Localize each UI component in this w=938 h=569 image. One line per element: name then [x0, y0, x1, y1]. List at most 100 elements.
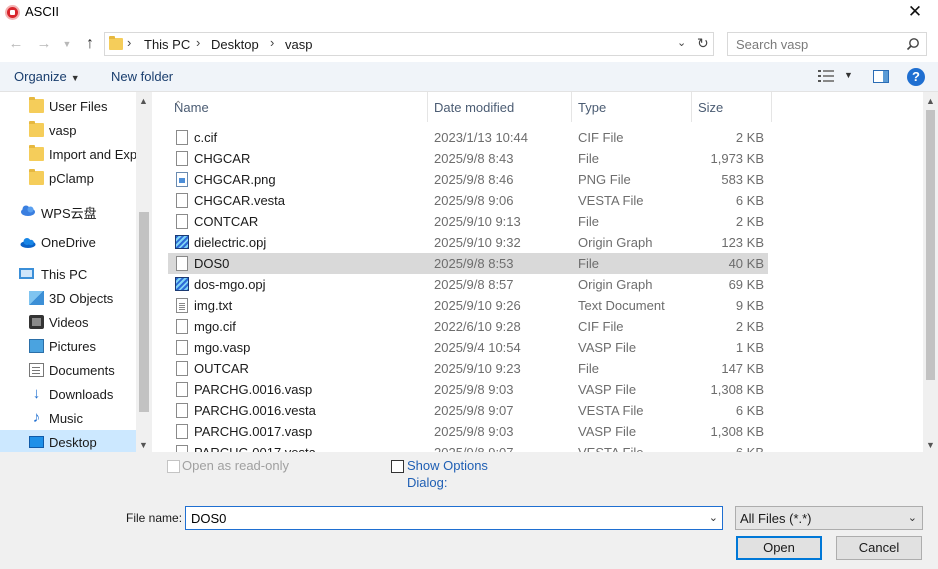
sidebar-item-desktop[interactable]: Desktop	[0, 430, 136, 452]
file-row[interactable]: PARCHG.0017.vesta 2025/9/8 9:07 VESTA File…	[168, 442, 768, 452]
file-row[interactable]: mgo.cif 2022/6/10 9:28 CIF File 2 KB	[168, 316, 768, 337]
address-dropdown-chevron-icon[interactable]: ⌄	[677, 36, 686, 49]
sidebar-item-user-files[interactable]: User Files	[0, 94, 136, 118]
file-row[interactable]: img.txt 2025/9/10 9:26 Text Document 9 KB	[168, 295, 768, 316]
help-icon[interactable]: ?	[907, 68, 925, 86]
file-name-combobox[interactable]: ⌄	[185, 506, 723, 530]
file-date-modified: 2025/9/8 9:06	[434, 193, 514, 208]
scrollbar-thumb[interactable]	[926, 110, 935, 380]
file-row[interactable]: dielectric.opj 2025/9/10 9:32 Origin Graph…	[168, 232, 768, 253]
file-name: mgo.cif	[194, 319, 236, 334]
breadcrumb-separator-icon[interactable]: ›	[127, 35, 131, 50]
sidebar-item-documents[interactable]: Documents	[0, 358, 136, 382]
show-options-label-line2[interactable]: Dialog:	[407, 475, 447, 490]
file-name-dropdown-chevron-icon[interactable]: ⌄	[709, 511, 718, 524]
new-folder-button[interactable]: New folder	[111, 69, 173, 84]
file-size: 2 KB	[735, 130, 764, 145]
column-header-date-modified[interactable]: Date modified	[428, 92, 572, 122]
view-options-caret-icon[interactable]: ▼	[844, 70, 853, 80]
sidebar-item-label: Videos	[49, 315, 89, 330]
sidebar-item-music[interactable]: ♪ Music	[0, 406, 136, 430]
file-name: dos-mgo.opj	[194, 277, 266, 292]
scroll-down-arrow-icon[interactable]: ▼	[926, 440, 935, 450]
navigation-pane-scrollbar[interactable]: ▲ ▼	[136, 92, 152, 452]
sidebar-item-vasp[interactable]: vasp	[0, 118, 136, 142]
sidebar-item-onedrive[interactable]: OneDrive	[0, 230, 136, 254]
origin-graph-icon	[175, 277, 189, 291]
up-arrow-icon[interactable]: ↑	[80, 34, 100, 54]
file-row[interactable]: c.cif 2023/1/13 10:44 CIF File 2 KB	[168, 127, 768, 148]
app-icon	[5, 5, 20, 20]
file-row[interactable]: DOS0 2025/9/8 8:53 File 40 KB	[168, 253, 768, 274]
scrollbar-thumb[interactable]	[139, 212, 149, 412]
sidebar-item-wps-cloud[interactable]: WPS云盘	[0, 198, 136, 222]
sidebar-item-pictures[interactable]: Pictures	[0, 334, 136, 358]
search-icon[interactable]	[906, 37, 920, 51]
breadcrumb-separator-icon[interactable]: ›	[196, 35, 200, 50]
sidebar-item-3d-objects[interactable]: 3D Objects	[0, 286, 136, 310]
file-icon	[176, 193, 188, 208]
sidebar-item-import-and-export[interactable]: Import and Export	[0, 142, 136, 166]
sidebar-item-this-pc[interactable]: This PC	[0, 262, 136, 286]
file-name: img.txt	[194, 298, 233, 313]
file-row[interactable]: PARCHG.0016.vesta 2025/9/8 9:07 VESTA File…	[168, 400, 768, 421]
open-button[interactable]: Open	[736, 536, 822, 560]
read-only-checkbox[interactable]	[167, 460, 180, 473]
file-date-modified: 2025/9/10 9:32	[434, 235, 521, 250]
file-name-input[interactable]	[186, 507, 696, 529]
sidebar-item-downloads[interactable]: ↓ Downloads	[0, 382, 136, 406]
file-type-select[interactable]: All Files (*.*) ⌄	[735, 506, 923, 530]
file-row[interactable]: CHGCAR.png 2025/9/8 8:46 PNG File 583 KB	[168, 169, 768, 190]
file-name: CONTCAR	[194, 214, 259, 229]
address-bar[interactable]: › This PC › Desktop › vasp ⌄ ↻	[104, 32, 714, 56]
file-name: DOS0	[194, 256, 230, 271]
file-type: PNG File	[578, 172, 631, 187]
column-header-type[interactable]: Type	[572, 92, 692, 122]
file-type: File	[578, 214, 599, 229]
cancel-button[interactable]: Cancel	[836, 536, 922, 560]
file-date-modified: 2023/1/13 10:44	[434, 130, 528, 145]
search-input[interactable]	[728, 33, 903, 55]
refresh-icon[interactable]: ↻	[697, 35, 709, 52]
file-row[interactable]: CHGCAR 2025/9/8 8:43 File 1,973 KB	[168, 148, 768, 169]
forward-arrow-icon[interactable]: →	[34, 34, 54, 54]
organize-menu[interactable]: Organize ▼	[14, 69, 80, 84]
show-options-label[interactable]: Show Options	[407, 458, 488, 473]
scroll-down-arrow-icon[interactable]: ▼	[139, 440, 148, 450]
file-name: dielectric.opj	[194, 235, 267, 250]
breadcrumb-separator-icon[interactable]: ›	[270, 35, 274, 50]
back-arrow-icon[interactable]: ←	[6, 34, 26, 54]
search-box[interactable]	[727, 32, 927, 56]
breadcrumb-desktop[interactable]: Desktop	[211, 37, 259, 52]
file-type: Origin Graph	[578, 235, 653, 250]
close-button[interactable]: ✕	[892, 0, 938, 26]
preview-pane-icon[interactable]	[873, 70, 889, 83]
file-date-modified: 2025/9/10 9:23	[434, 361, 521, 376]
file-row[interactable]: dos-mgo.opj 2025/9/8 8:57 Origin Graph 69 K…	[168, 274, 768, 295]
scroll-up-arrow-icon[interactable]: ▲	[139, 96, 148, 106]
show-options-checkbox[interactable]	[391, 460, 404, 473]
file-row[interactable]: PARCHG.0016.vasp 2025/9/8 9:03 VASP File 1,…	[168, 379, 768, 400]
file-row[interactable]: mgo.vasp 2025/9/4 10:54 VASP File 1 KB	[168, 337, 768, 358]
sidebar-item-videos[interactable]: Videos	[0, 310, 136, 334]
breadcrumb-this-pc[interactable]: This PC	[144, 37, 190, 52]
sidebar-item-pclamp[interactable]: pClamp	[0, 166, 136, 190]
file-row[interactable]: OUTCAR 2025/9/10 9:23 File 147 KB	[168, 358, 768, 379]
column-header-size[interactable]: Size	[692, 92, 772, 122]
window-title: ASCII	[25, 4, 59, 19]
file-date-modified: 2025/9/8 8:53	[434, 256, 514, 271]
change-view-icon[interactable]	[818, 70, 834, 82]
file-size: 1 KB	[735, 340, 764, 355]
file-row[interactable]: CONTCAR 2025/9/10 9:13 File 2 KB	[168, 211, 768, 232]
breadcrumb-vasp[interactable]: vasp	[285, 37, 312, 52]
file-row[interactable]: PARCHG.0017.vasp 2025/9/8 9:03 VASP File 1,…	[168, 421, 768, 442]
file-date-modified: 2025/9/8 8:57	[434, 277, 514, 292]
file-name-label: File name:	[126, 511, 183, 525]
file-list-scrollbar[interactable]: ▲ ▼	[923, 92, 938, 452]
file-row[interactable]: CHGCAR.vesta 2025/9/8 9:06 VESTA File 6 KB	[168, 190, 768, 211]
sidebar-item-label: Music	[49, 411, 83, 426]
column-header-name[interactable]: Name ⌃	[168, 92, 428, 122]
file-type: VASP File	[578, 424, 637, 439]
recent-locations-chevron-icon[interactable]: ▼	[60, 34, 74, 54]
scroll-up-arrow-icon[interactable]: ▲	[926, 96, 935, 106]
